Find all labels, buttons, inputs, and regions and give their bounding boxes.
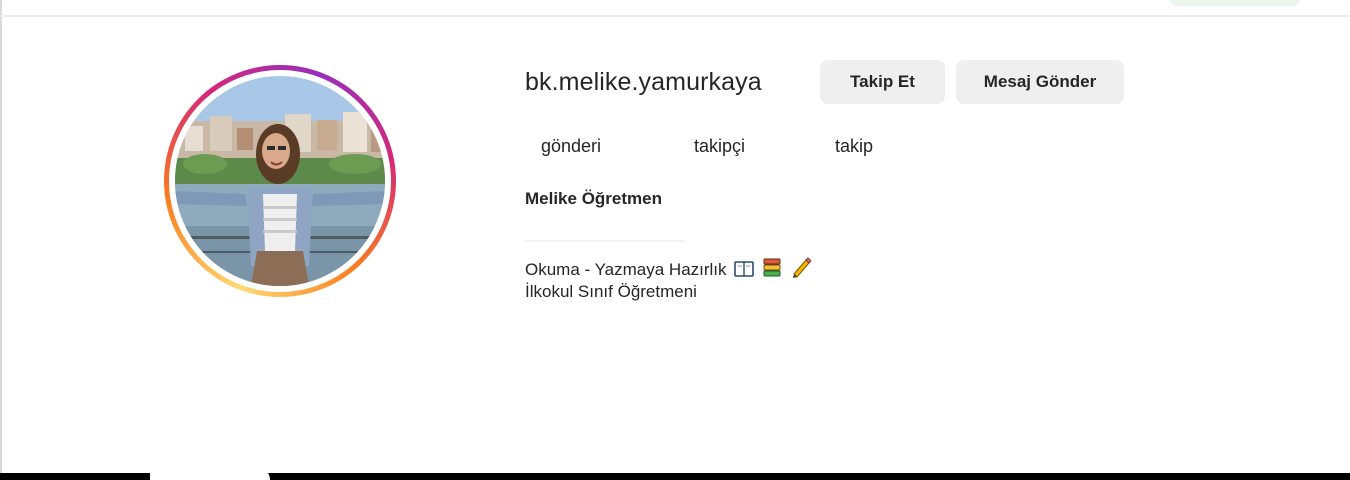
story-ring[interactable] bbox=[164, 65, 396, 297]
window-left-edge bbox=[0, 0, 2, 475]
books-stack-icon bbox=[762, 258, 782, 283]
followers-link[interactable]: takipçi bbox=[694, 136, 745, 157]
avatar[interactable] bbox=[175, 76, 385, 286]
faint-divider bbox=[525, 240, 685, 242]
header-divider bbox=[0, 15, 1350, 17]
open-book-icon bbox=[734, 260, 755, 283]
following-link[interactable]: takip bbox=[835, 136, 873, 157]
full-name: Melike Öğretmen bbox=[525, 189, 662, 208]
bio-line-2: İlkokul Sınıf Öğretmeni bbox=[525, 282, 697, 301]
posts-count-label: gönderi bbox=[541, 136, 602, 156]
pencil-icon bbox=[790, 256, 812, 283]
bottom-bar-notch bbox=[150, 466, 270, 480]
send-message-button[interactable]: Mesaj Gönder bbox=[956, 60, 1124, 104]
username: bk.melike.yamurkaya bbox=[525, 68, 762, 96]
profile-photo-icon bbox=[175, 76, 385, 286]
bio-line-1: Okuma - Yazmaya Hazırlık bbox=[525, 256, 812, 283]
follow-button[interactable]: Takip Et bbox=[820, 60, 945, 104]
bio-text-1: Okuma - Yazmaya Hazırlık bbox=[525, 260, 727, 279]
header-element bbox=[1170, 0, 1300, 6]
